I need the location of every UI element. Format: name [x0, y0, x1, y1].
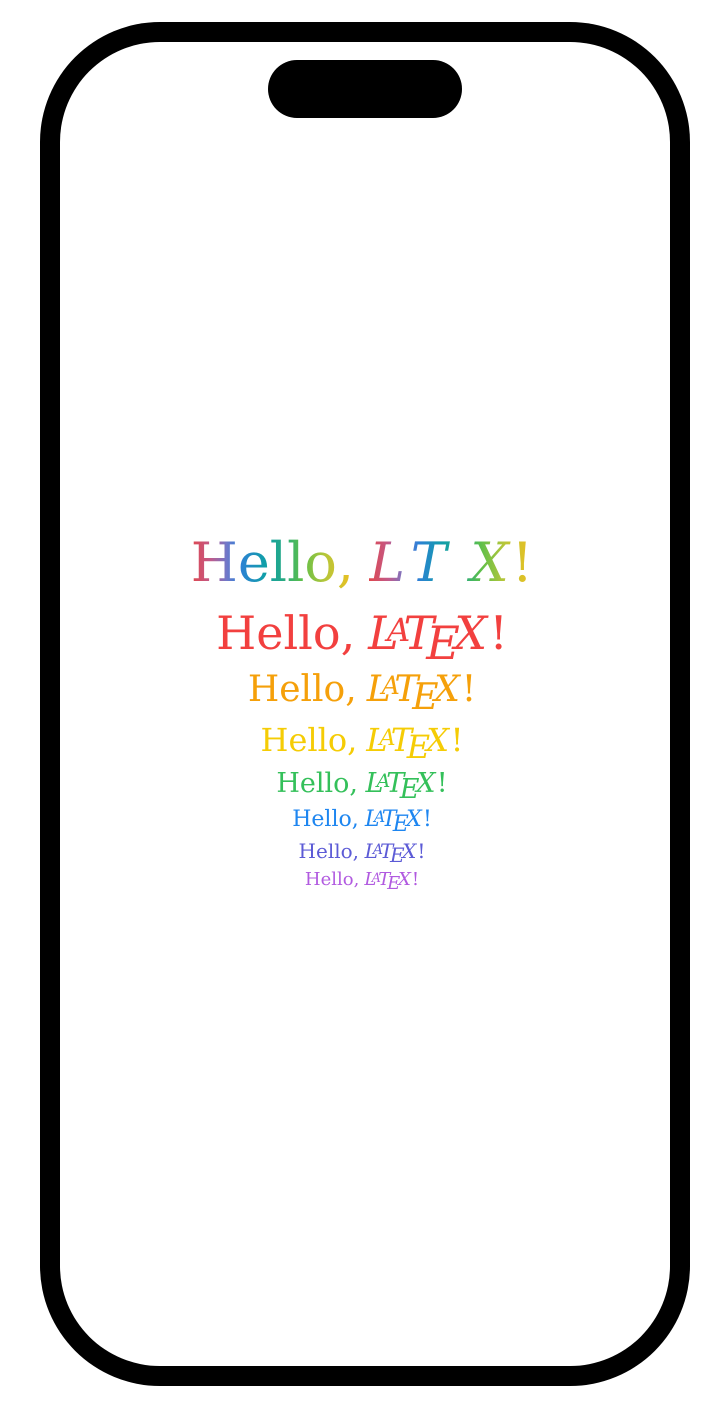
exclamation: !	[422, 807, 432, 832]
latex-letter-e: E	[406, 728, 431, 767]
latex-letter-e: E	[399, 773, 420, 805]
latex-letter-a: A	[372, 842, 383, 859]
latex-letter-a: A	[373, 808, 386, 826]
latex-row-indigo: Hello, L A T E X!	[298, 839, 426, 865]
hello-text: Hello,	[260, 721, 358, 759]
latex-logo: L A T E X!	[366, 768, 448, 803]
latex-letter-e: E	[412, 676, 439, 718]
latex-letter-a: A	[379, 725, 396, 752]
exclamation: !	[450, 721, 464, 759]
latex-logo: L A T E X!	[364, 869, 420, 893]
latex-letter-a: A	[387, 610, 411, 649]
hello-text: Hello,	[276, 768, 358, 799]
hello-text: Hello,	[292, 807, 359, 832]
latex-logo: L A T E X!	[365, 839, 426, 865]
latex-letter-e: E	[437, 542, 477, 606]
latex-row-orange: Hello, L A T E X!	[247, 669, 477, 716]
latex-row-yellow: Hello, L A T E X!	[260, 721, 464, 763]
exclamation: !	[461, 669, 477, 710]
latex-logo: L A T E X!	[367, 669, 477, 716]
exclamation: !	[436, 768, 448, 799]
latex-text-stack: Hello, L A T E X! Hello, L A T E X! Hello, LATEX…	[0, 536, 724, 893]
hello-text: Hello,	[298, 839, 360, 863]
latex-row-green: Hello, L A T E X!	[276, 768, 448, 803]
latex-logo: L A T E X!	[369, 536, 533, 590]
latex-letter-e: E	[426, 616, 460, 671]
latex-letter-e: E	[392, 811, 409, 837]
latex-logo: L A T E X!	[366, 721, 464, 763]
latex-row-gradient: Hello, L A T E X!	[191, 536, 534, 590]
hello-text: Hello,	[304, 869, 360, 890]
latex-letter-e: E	[389, 843, 405, 868]
latex-letter-a: A	[376, 770, 391, 793]
latex-row-blue: Hello, L A T E X!	[292, 807, 432, 836]
latex-logo: L A T E X!	[368, 606, 508, 666]
exclamation: !	[411, 869, 420, 890]
dynamic-island	[268, 60, 462, 118]
latex-letter-a: A	[381, 671, 400, 701]
latex-row-purple: Hello, L A T E X!	[304, 869, 420, 893]
latex-letter-e: E	[387, 872, 401, 894]
exclamation: !	[511, 531, 534, 594]
latex-row-red: Hello, L A T E X!	[216, 606, 508, 666]
latex-letter-a: A	[371, 869, 381, 885]
exclamation: !	[417, 839, 426, 863]
latex-letter-a: A	[391, 536, 419, 581]
hello-text: Hello,	[247, 669, 357, 710]
latex-logo: L A T E X!	[365, 807, 432, 836]
hello-text: Hello,	[216, 606, 356, 660]
exclamation: !	[489, 606, 508, 660]
hello-text: Hello,	[190, 531, 355, 594]
